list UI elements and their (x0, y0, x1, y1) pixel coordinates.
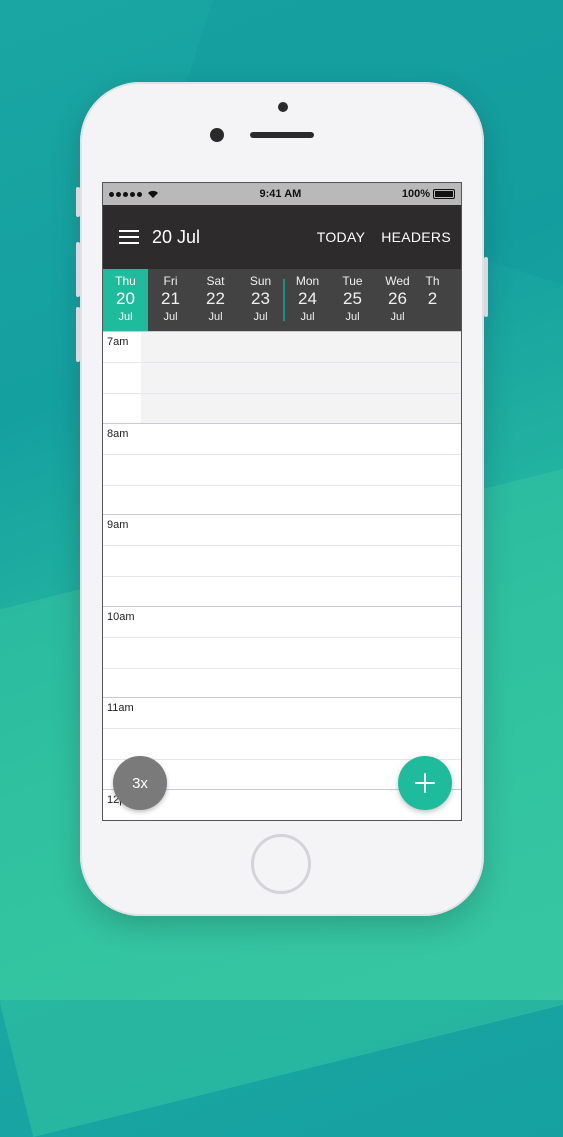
hour-row[interactable]: 9am (103, 514, 461, 606)
day-month: Jul (118, 311, 133, 323)
app-screen: 9:41 AM 100% 20 Jul TODAY HEADERS Thu 20… (102, 182, 462, 821)
current-date-title: 20 Jul (152, 226, 201, 247)
day-month: Jul (208, 311, 223, 323)
hour-row[interactable]: 8am (103, 422, 461, 515)
status-time: 9:41 AM (259, 188, 302, 200)
day-number: 20 (116, 289, 135, 308)
add-event-button[interactable] (398, 756, 452, 810)
day-month: Jul (300, 311, 315, 323)
today-button[interactable]: TODAY (317, 229, 365, 245)
day-month: Jul (345, 311, 360, 323)
camera-dot (278, 102, 288, 112)
hour-row[interactable]: 10am (103, 605, 461, 698)
wifi-icon (148, 190, 158, 198)
time-grid[interactable]: 7am 8am 9am 10am 11am 12p (103, 331, 461, 820)
day-column-header[interactable]: Fri 21 Jul (148, 269, 193, 331)
hour-label: 8am (107, 427, 129, 440)
home-button[interactable] (251, 834, 311, 894)
day-number: 24 (298, 289, 317, 308)
day-month: Jul (253, 311, 268, 323)
day-number: 2 (427, 289, 438, 308)
past-time-shade (141, 332, 461, 423)
mute-switch (76, 187, 80, 217)
day-name: Thu (115, 274, 136, 288)
day-column-header[interactable]: Wed 26 Jul (375, 269, 420, 331)
day-column-header[interactable]: Tue 25 Jul (330, 269, 375, 331)
volume-up-button (76, 242, 80, 297)
day-name: Th (425, 274, 440, 288)
day-column-header[interactable]: Sun 23 Jul (238, 269, 283, 331)
front-camera (210, 128, 224, 142)
day-name: Sun (249, 274, 272, 288)
day-name: Mon (295, 274, 320, 288)
volume-down-button (76, 307, 80, 362)
day-header-strip[interactable]: Thu 20 Jul Fri 21 Jul Sat 22 Jul Sun 23 … (103, 269, 461, 331)
zoom-level-button[interactable]: 3x (113, 756, 167, 810)
hour-label: 9am (107, 519, 129, 531)
day-number: 25 (343, 289, 362, 308)
day-name: Tue (342, 274, 363, 288)
day-month: Jul (390, 311, 405, 323)
status-bar: 9:41 AM 100% (103, 183, 461, 205)
day-column-header[interactable]: Mon 24 Jul (285, 269, 330, 331)
day-number: 21 (161, 289, 180, 308)
hour-row[interactable]: 7am (103, 331, 461, 423)
earpiece-speaker (250, 132, 314, 138)
battery-icon (432, 189, 455, 199)
hour-label: 7am (107, 336, 129, 348)
app-bar: 20 Jul TODAY HEADERS (103, 205, 461, 269)
day-name: Wed (385, 274, 410, 288)
day-column-header[interactable]: Sat 22 Jul (193, 269, 238, 331)
day-number: 26 (388, 289, 407, 308)
headers-button[interactable]: HEADERS (381, 229, 451, 245)
signal-icon (109, 190, 159, 198)
hour-label: 11am (107, 702, 134, 714)
day-number: 22 (206, 289, 225, 308)
power-button (484, 257, 488, 317)
day-number: 23 (251, 289, 270, 308)
plus-icon (415, 773, 435, 793)
day-column-header[interactable]: Th 2 (420, 269, 445, 331)
day-column-header[interactable]: Thu 20 Jul (103, 269, 148, 331)
day-month: Jul (163, 311, 178, 323)
day-name: Fri (163, 274, 178, 288)
day-name: Sat (206, 274, 225, 288)
battery-percent: 100% (401, 188, 430, 200)
hour-label: 10am (107, 610, 135, 623)
hamburger-menu-icon[interactable] (119, 230, 139, 244)
